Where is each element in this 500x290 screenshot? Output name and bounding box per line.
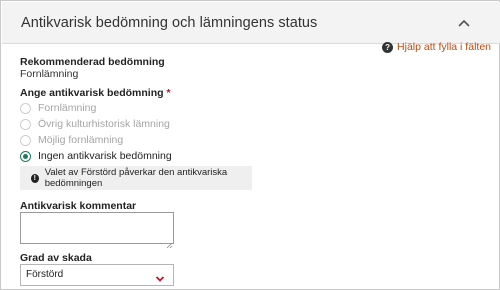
radio-option-ingen[interactable]: Ingen antikvarisk bedömning xyxy=(20,150,172,162)
question-circle-icon: ? xyxy=(382,41,394,53)
resize-grip-icon[interactable] xyxy=(166,236,173,249)
help-link[interactable]: ? Hjälp att fylla i fälten xyxy=(382,41,491,53)
damage-select[interactable]: Förstörd xyxy=(20,264,174,286)
radio-label: Möjlig fornlämning xyxy=(38,134,124,146)
panel-title: Antikvarisk bedömning och lämningens sta… xyxy=(21,15,318,31)
radio-label: Fornlämning xyxy=(38,102,97,114)
radio-button[interactable] xyxy=(20,102,31,114)
radio-option-ovrig[interactable]: Övrig kulturhistorisk lämning xyxy=(20,118,170,130)
required-marker: * xyxy=(166,87,171,99)
recommended-label: Rekommenderad bedömning xyxy=(20,56,165,68)
panel-header[interactable]: Antikvarisk bedömning och lämningens sta… xyxy=(2,2,500,44)
damage-select-value: Förstörd xyxy=(26,269,64,280)
radio-option-fornlamning[interactable]: Fornlämning xyxy=(20,102,96,114)
radio-label: Övrig kulturhistorisk lämning xyxy=(38,118,170,130)
comment-label: Antikvarisk kommentar xyxy=(20,200,137,212)
radio-label: Ingen antikvarisk bedömning xyxy=(38,150,172,162)
radio-button[interactable] xyxy=(20,118,31,130)
radio-dot xyxy=(23,153,28,159)
info-box: ! Valet av Förstörd påverkar den antikva… xyxy=(20,166,252,190)
info-circle-icon: ! xyxy=(31,173,39,183)
damage-label: Grad av skada xyxy=(20,252,92,264)
comment-textarea[interactable] xyxy=(20,212,174,244)
assessment-label-text: Ange antikvarisk bedömning xyxy=(20,87,164,99)
info-text: Valet av Förstörd påverkar den antikvari… xyxy=(44,167,228,189)
assessment-label: Ange antikvarisk bedömning * xyxy=(20,87,171,99)
panel: Antikvarisk bedömning och lämningens sta… xyxy=(0,0,500,290)
chevron-up-icon[interactable] xyxy=(456,16,472,30)
radio-button[interactable] xyxy=(20,134,31,146)
chevron-down-icon xyxy=(155,271,165,282)
help-link-label: Hjälp att fylla i fälten xyxy=(397,41,491,53)
recommended-value: Fornlämning xyxy=(20,68,79,80)
radio-option-mojlig[interactable]: Möjlig fornlämning xyxy=(20,134,123,146)
radio-button-selected[interactable] xyxy=(20,150,31,162)
